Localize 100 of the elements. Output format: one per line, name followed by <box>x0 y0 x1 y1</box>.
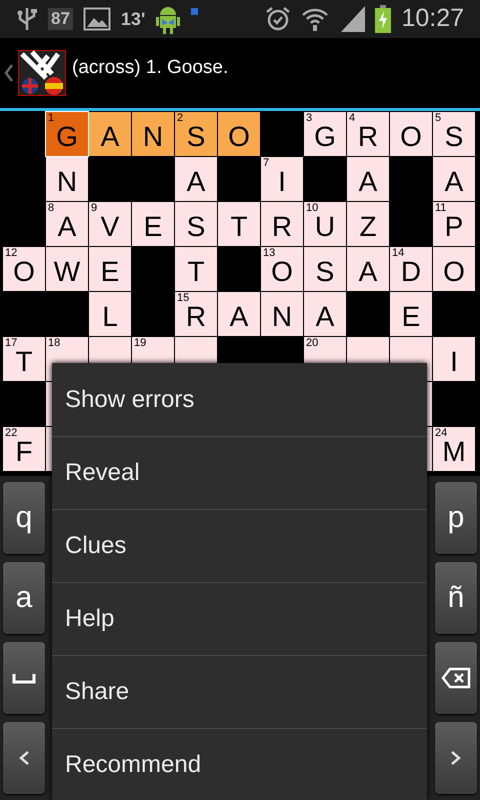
clue-number: 22 <box>5 427 18 439</box>
grid-cell[interactable]: 1 G <box>46 112 88 156</box>
grid-cell[interactable]: 9 V <box>89 202 131 246</box>
clue-number: 4 <box>349 112 356 124</box>
cell-letter: T <box>187 258 205 286</box>
signal-icon <box>339 6 366 32</box>
grid-cell[interactable]: 4 R <box>347 112 389 156</box>
cell-letter: A <box>100 123 120 151</box>
grid-cell[interactable]: W <box>46 247 88 291</box>
grid-cell[interactable]: Z <box>347 202 389 246</box>
grid-cell[interactable]: 10 U <box>304 202 346 246</box>
grid-cell[interactable]: I <box>433 337 475 381</box>
grid-cell[interactable]: S <box>175 202 217 246</box>
cell-letter: A <box>358 168 378 196</box>
clue-number: 24 <box>435 427 448 439</box>
image-icon <box>82 7 111 31</box>
notification-badge: 87 <box>48 8 73 30</box>
cell-letter: R <box>186 303 206 331</box>
grid-cell[interactable]: A <box>175 157 217 201</box>
clue-number: 13 <box>263 247 276 259</box>
grid-cell[interactable]: A <box>218 292 260 336</box>
menu-item[interactable]: Share <box>52 655 427 728</box>
grid-cell[interactable]: O <box>218 112 260 156</box>
grid-cell[interactable]: 3 G <box>304 112 346 156</box>
cell-letter: R <box>272 213 292 241</box>
menu-item[interactable]: Recommend <box>52 728 427 800</box>
cell-letter: N <box>56 168 78 196</box>
keyboard-key[interactable]: q <box>3 482 45 554</box>
cell-letter: A <box>316 303 334 331</box>
clue-number: 19 <box>134 337 146 349</box>
grid-cell[interactable]: A <box>347 247 389 291</box>
menu-item[interactable]: Reveal <box>52 436 427 509</box>
grid-cell[interactable]: 5 S <box>433 112 475 156</box>
grid-cell[interactable]: T <box>218 202 260 246</box>
clue-number: 14 <box>392 247 404 259</box>
cell-letter: S <box>444 123 464 151</box>
grid-cell[interactable]: O <box>390 112 432 156</box>
space-key[interactable] <box>3 642 45 714</box>
keyboard-key[interactable]: ñ <box>435 562 477 634</box>
app-logo-icon[interactable] <box>18 50 66 96</box>
grid-cell[interactable]: 8 A <box>46 202 88 246</box>
grid-cell[interactable]: 15 R <box>175 292 217 336</box>
grid-cell[interactable]: A <box>89 112 131 156</box>
grid-cell[interactable]: 22 F <box>3 427 45 471</box>
clue-number: 12 <box>5 247 18 259</box>
cell-letter: S <box>186 213 206 241</box>
grid-cell[interactable]: E <box>390 292 432 336</box>
grid-cell[interactable]: E <box>89 247 131 291</box>
cell-letter: E <box>144 213 162 241</box>
grid-cell[interactable]: R <box>261 202 303 246</box>
keyboard-key[interactable]: a <box>3 562 45 634</box>
grid-cell[interactable]: 14 D <box>390 247 432 291</box>
clue-number: 3 <box>306 112 312 124</box>
backspace-icon <box>441 667 471 689</box>
grid-cell[interactable]: S <box>304 247 346 291</box>
clue-number: 1 <box>48 112 54 124</box>
grid-cell[interactable]: A <box>347 157 389 201</box>
grid-cell[interactable]: 24 M <box>433 427 475 471</box>
back-chevron-icon[interactable] <box>4 63 14 83</box>
cell-letter: G <box>314 123 336 151</box>
grid-cell[interactable]: N <box>261 292 303 336</box>
grid-cell[interactable]: T <box>175 247 217 291</box>
cell-letter: O <box>400 123 422 151</box>
grid-cell[interactable]: 13 O <box>261 247 303 291</box>
grid-cell[interactable]: N <box>46 157 88 201</box>
grid-cell[interactable]: E <box>132 202 174 246</box>
clock-time: 10:27 <box>401 3 464 34</box>
grid-cell[interactable]: 17 T <box>3 337 45 381</box>
cell-letter: I <box>450 348 458 376</box>
cell-letter: E <box>100 258 120 286</box>
cell-letter: W <box>54 258 80 286</box>
clue-number: 11 <box>435 202 446 214</box>
cell-letter: F <box>15 438 33 466</box>
clue-title: (across) 1. Goose. <box>72 56 228 80</box>
cell-letter: O <box>13 258 35 286</box>
cell-letter: Z <box>359 213 377 241</box>
cell-letter: N <box>272 303 292 331</box>
backspace-key[interactable] <box>435 642 477 714</box>
menu-item[interactable]: Clues <box>52 509 427 582</box>
grid-cell[interactable]: L <box>89 292 131 336</box>
grid-cell[interactable]: 2 S <box>175 112 217 156</box>
usb-icon <box>16 6 38 32</box>
clue-number: 2 <box>177 112 184 124</box>
cell-letter: A <box>358 258 378 286</box>
space-icon <box>12 672 36 684</box>
grid-cell[interactable]: 11 P <box>433 202 475 246</box>
grid-cell[interactable]: A <box>304 292 346 336</box>
cell-letter: T <box>15 348 33 376</box>
keyboard-key[interactable]: p <box>435 482 477 554</box>
grid-cell[interactable]: 7 I <box>261 157 303 201</box>
cell-letter: P <box>444 213 464 241</box>
clue-number: 10 <box>306 202 318 214</box>
grid-cell[interactable]: 12 O <box>3 247 45 291</box>
grid-cell[interactable]: N <box>132 112 174 156</box>
cell-letter: A <box>230 303 248 331</box>
grid-cell[interactable]: A <box>433 157 475 201</box>
clue-number: 8 <box>48 202 54 214</box>
cell-letter: V <box>100 213 120 241</box>
grid-cell[interactable]: O <box>433 247 475 291</box>
menu-item[interactable]: Help <box>52 582 427 655</box>
